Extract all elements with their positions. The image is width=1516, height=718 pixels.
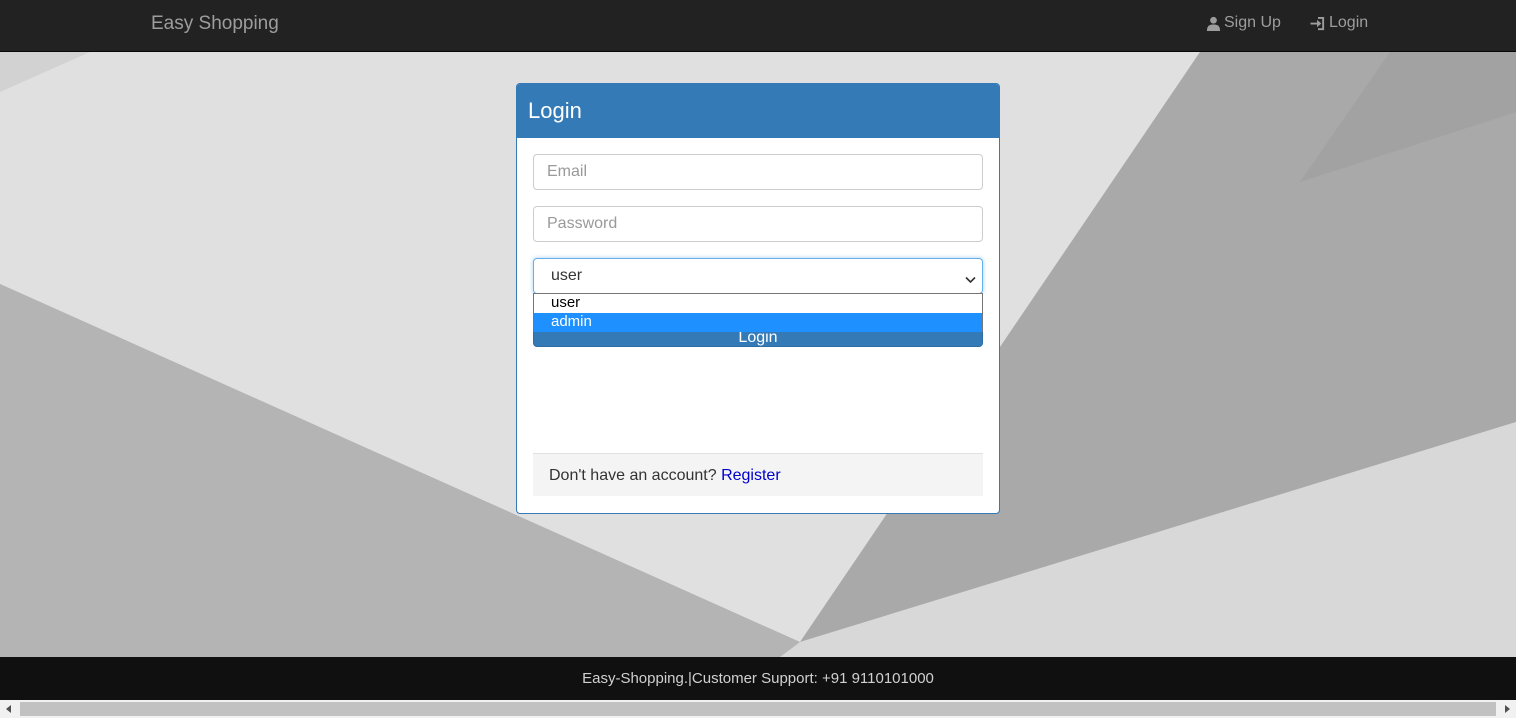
panel-title: Login [528, 98, 582, 123]
panel-footer: Don't have an account? Register [533, 453, 983, 496]
panel-heading: Login [517, 84, 999, 138]
user-icon [1206, 16, 1221, 31]
role-select-value: user [551, 267, 583, 284]
footer-text: Easy-Shopping.|Customer Support: +91 911… [582, 670, 934, 687]
login-panel: Login user Login user admin Don't have a… [516, 83, 1000, 514]
role-dropdown-list: user admin [533, 293, 983, 332]
scroll-left-arrow-icon[interactable] [6, 705, 11, 713]
login-icon [1310, 16, 1326, 31]
chevron-down-icon [965, 271, 976, 289]
no-account-text: Don't have an account? [549, 467, 717, 484]
horizontal-scrollbar[interactable] [0, 700, 1516, 718]
login-link[interactable]: Login [1310, 14, 1368, 32]
top-navbar: Easy Shopping Sign Up Login [0, 0, 1516, 52]
scrollbar-thumb[interactable] [20, 702, 1496, 716]
password-input[interactable] [533, 206, 983, 242]
page-footer: Easy-Shopping.|Customer Support: +91 911… [0, 657, 1516, 700]
role-option-admin[interactable]: admin [534, 313, 982, 332]
email-input[interactable] [533, 154, 983, 190]
brand-logo-link[interactable]: Easy Shopping [151, 13, 279, 35]
signup-label: Sign Up [1224, 14, 1281, 31]
signup-link[interactable]: Sign Up [1206, 14, 1281, 32]
role-select[interactable]: user [533, 258, 983, 294]
role-option-user[interactable]: user [534, 294, 982, 313]
login-label: Login [1329, 14, 1369, 31]
scroll-right-arrow-icon[interactable] [1505, 705, 1510, 713]
register-link[interactable]: Register [721, 467, 781, 484]
